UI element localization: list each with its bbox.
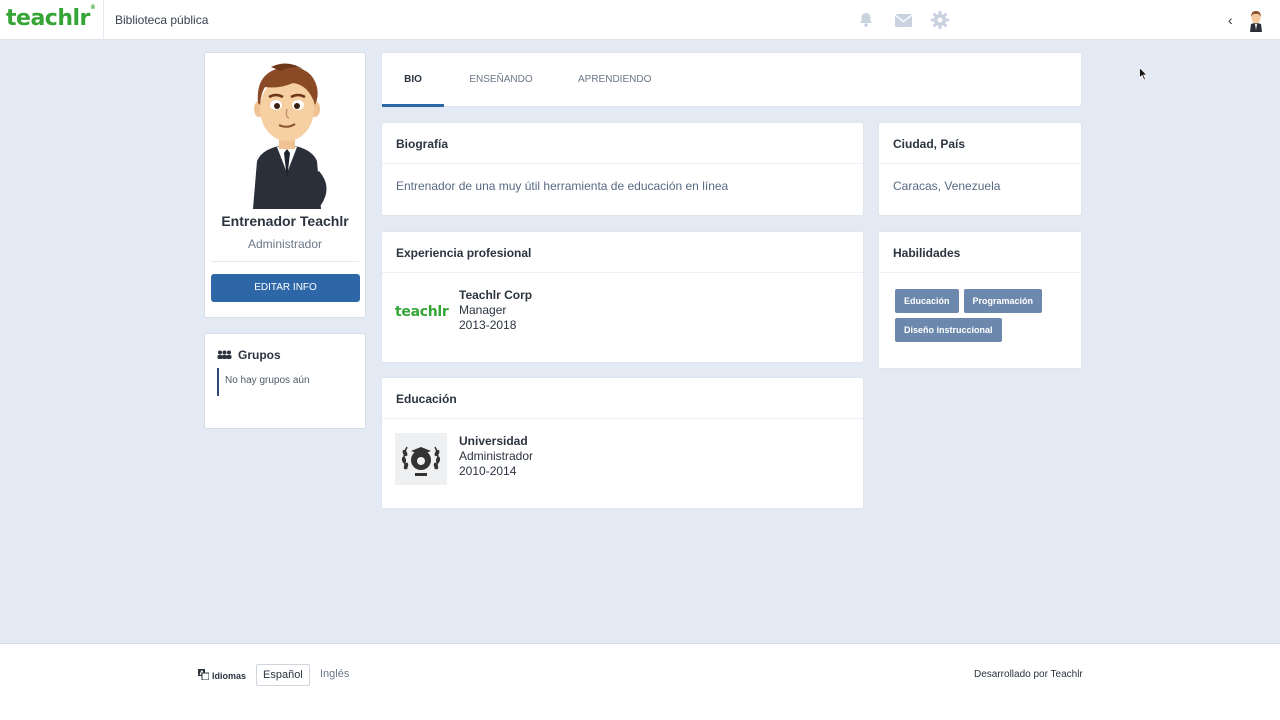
tab-teaching[interactable]: ENSEÑANDO (7) — [466, 53, 536, 139]
footer: A Idiomas Español Inglés Desarrollado po… — [0, 643, 1280, 720]
skills-title: Habilidades — [893, 246, 961, 260]
education-card: Educación Universidad Administrador 2010… — [381, 377, 864, 509]
envelope-icon[interactable] — [893, 10, 913, 30]
experience-title: Experiencia profesional — [396, 246, 532, 260]
education-title: Educación — [396, 392, 457, 406]
experience-card: Experiencia profesional teachlr Teachlr … — [381, 231, 864, 363]
city-card: Ciudad, País Caracas, Venezuela — [878, 122, 1082, 216]
experience-period: 2013-2018 — [459, 318, 517, 332]
biography-card: Biografía Entrenador de una muy útil her… — [381, 122, 864, 216]
section-divider — [382, 272, 863, 273]
top-icons — [856, 10, 950, 30]
mouse-cursor-icon — [1139, 66, 1148, 86]
users-icon — [217, 348, 232, 362]
skills-list: Educación Programación Diseño instruccio… — [895, 289, 1075, 342]
profile-avatar — [241, 61, 333, 209]
section-divider — [382, 163, 863, 164]
degree-name: Administrador — [459, 449, 534, 463]
gear-icon[interactable] — [930, 10, 950, 30]
translate-icon: A — [198, 669, 210, 682]
biography-title: Biografía — [396, 137, 449, 151]
section-divider — [382, 418, 863, 419]
developed-by-text: Desarrollado por Teachlr — [974, 669, 1083, 680]
languages-label: A Idiomas — [198, 669, 246, 682]
section-divider — [879, 272, 1081, 273]
city-text: Caracas, Venezuela — [893, 179, 1001, 193]
nav-public-library-link[interactable]: Biblioteca pública — [115, 13, 208, 27]
biography-text: Entrenador de una muy útil herramienta d… — [396, 179, 729, 193]
language-english-link[interactable]: Inglés — [320, 668, 349, 680]
profile-tabs: BIO ENSEÑANDO (7) APRENDIENDO — [381, 52, 1082, 139]
profile-role: Administrador — [247, 237, 323, 251]
skills-card: Habilidades Educación Programación Diseñ… — [878, 231, 1082, 369]
bell-icon[interactable] — [856, 10, 876, 30]
user-avatar[interactable] — [1244, 8, 1268, 32]
section-divider — [879, 163, 1081, 164]
profile-name: Entrenador Teachlr — [221, 213, 349, 229]
education-period: 2010-2014 — [459, 464, 517, 478]
skill-tag[interactable]: Programación — [963, 289, 1043, 313]
chevron-left-icon[interactable]: ‹ — [1228, 12, 1233, 28]
language-spanish-button[interactable]: Español — [256, 664, 310, 686]
experience-entry: Teachlr Corp Manager 2013-2018 — [459, 288, 532, 333]
groups-card: Grupos No hay grupos aún — [204, 333, 366, 429]
teachlr-logo[interactable]: teachlr® — [6, 4, 96, 31]
tab-learning[interactable]: APRENDIENDO — [578, 53, 651, 107]
profile-divider — [211, 261, 359, 262]
position-title: Manager — [459, 303, 507, 317]
top-bar: teachlr® Biblioteca pública ‹ — [0, 0, 1280, 40]
city-title: Ciudad, País — [893, 137, 966, 151]
education-entry: Universidad Administrador 2010-2014 — [459, 434, 533, 479]
graduation-icon — [395, 433, 447, 485]
edit-info-button[interactable]: EDITAR INFO — [211, 274, 360, 302]
groups-title: Grupos — [217, 348, 281, 362]
skill-tag[interactable]: Diseño instruccional — [895, 318, 1002, 342]
tab-bio[interactable]: BIO — [382, 53, 444, 107]
company-name: Teachlr Corp — [459, 288, 533, 302]
company-logo: teachlr — [395, 304, 449, 320]
profile-card: Entrenador Teachlr Administrador EDITAR … — [204, 52, 366, 318]
skill-tag[interactable]: Educación — [895, 289, 959, 313]
logo-separator — [103, 0, 104, 40]
institution-name: Universidad — [459, 434, 528, 448]
groups-empty-message: No hay grupos aún — [217, 368, 310, 396]
